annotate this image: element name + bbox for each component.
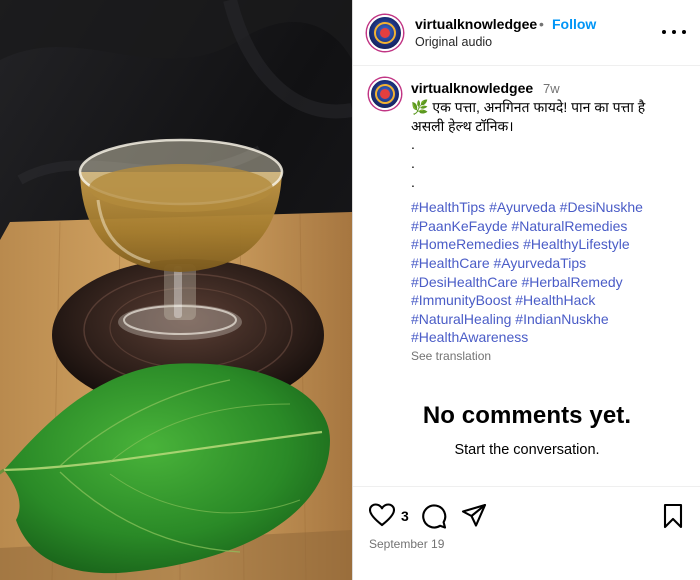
hashtag-link[interactable]: #DesiHealthCare — [411, 274, 518, 290]
hashtag-link[interactable]: #HealthCare — [411, 255, 490, 271]
hashtag-link[interactable]: #HealthyLifestyle — [523, 236, 630, 252]
caption-line: असली हेल्थ टॉनिक। — [411, 117, 514, 134]
hashtag-link[interactable]: #ImmunityBoost — [411, 292, 511, 308]
empty-comments: No comments yet. Start the conversation. — [353, 402, 700, 458]
hashtag-link[interactable]: #HomeRemedies — [411, 236, 519, 252]
audio-label[interactable]: Original audio — [415, 35, 492, 49]
start-conversation-text: Start the conversation. — [454, 442, 600, 458]
comment-icon[interactable] — [421, 503, 447, 529]
post-media[interactable] — [0, 0, 352, 580]
hashtag-link[interactable]: #HerbalRemedy — [522, 274, 623, 290]
post-date: September 19 — [369, 537, 445, 551]
hashtag-line: #PaanKeFayde #NaturalRemedies — [411, 217, 681, 236]
caption-dot: . — [411, 136, 415, 153]
caption-line: 🌿 एक पत्ता, अनगिनत फायदे! पान का पत्ता ह… — [411, 99, 646, 115]
hashtag-line: #NaturalHealing #IndianNuskhe — [411, 310, 681, 329]
follow-button[interactable]: Follow — [552, 16, 596, 32]
post-header: virtualknowledgee • Follow Original audi… — [353, 0, 700, 66]
hashtag-line: #HomeRemedies #HealthyLifestyle — [411, 235, 681, 254]
post-image — [0, 0, 352, 580]
caption-username[interactable]: virtualknowledgee — [411, 80, 533, 96]
hashtag-list: #HealthTips #Ayurveda #DesiNuskhe #PaanKe… — [411, 198, 681, 347]
author-username[interactable]: virtualknowledgee — [415, 16, 537, 32]
hashtag-line: #HealthAwareness — [411, 328, 681, 347]
action-bar: 3 September 19 — [353, 486, 700, 580]
caption-timestamp: 7w — [543, 81, 560, 96]
hashtag-link[interactable]: #AyurvedaTips — [494, 255, 587, 271]
hashtag-link[interactable]: #HealthTips — [411, 199, 485, 215]
author-avatar[interactable] — [367, 15, 403, 51]
hashtag-line: #HealthCare #AyurvedaTips — [411, 254, 681, 273]
like-count[interactable]: 3 — [401, 508, 409, 524]
heart-icon[interactable] — [369, 503, 395, 527]
hashtag-link[interactable]: #NaturalRemedies — [511, 218, 627, 234]
hashtag-link[interactable]: #Ayurveda — [489, 199, 556, 215]
post-panel: virtualknowledgee • Follow Original audi… — [352, 0, 700, 580]
no-comments-title: No comments yet. — [422, 402, 632, 429]
hashtag-link[interactable]: #IndianNuskhe — [515, 311, 608, 327]
hashtag-link[interactable]: #PaanKeFayde — [411, 218, 508, 234]
more-options-icon[interactable] — [662, 22, 686, 42]
hashtag-line: #ImmunityBoost #HealthHack — [411, 291, 681, 310]
bookmark-icon[interactable] — [662, 503, 684, 529]
see-translation-link[interactable]: See translation — [411, 347, 681, 366]
share-icon[interactable] — [461, 503, 487, 529]
hashtag-link[interactable]: #DesiNuskhe — [560, 199, 643, 215]
hashtag-link[interactable]: #NaturalHealing — [411, 311, 511, 327]
caption-dot: . — [411, 174, 415, 191]
hashtag-link[interactable]: #HealthHack — [515, 292, 595, 308]
caption-text: 🌿 एक पत्ता, अनगिनत फायदे! पान का पत्ता ह… — [411, 98, 681, 366]
hashtag-line: #HealthTips #Ayurveda #DesiNuskhe — [411, 198, 681, 217]
separator-dot: • — [539, 16, 544, 32]
hashtag-link[interactable]: #HealthAwareness — [411, 329, 528, 345]
caption-dot: . — [411, 155, 415, 172]
hashtag-line: #DesiHealthCare #HerbalRemedy — [411, 273, 681, 292]
caption-author-avatar[interactable] — [369, 78, 401, 110]
